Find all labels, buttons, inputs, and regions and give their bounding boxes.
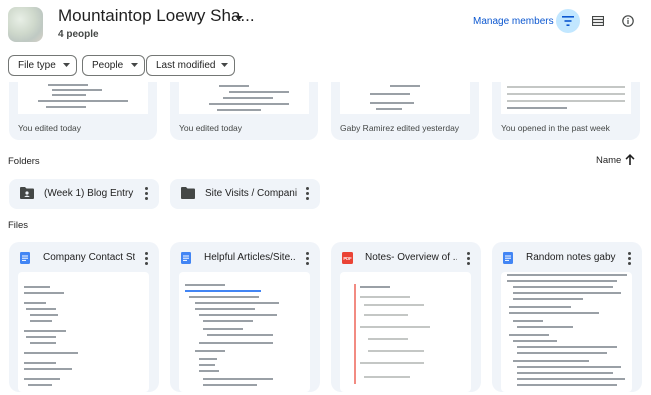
folder-item[interactable]: Site Visits / Compani... bbox=[170, 179, 320, 209]
chevron-down-icon bbox=[221, 63, 228, 67]
title-dropdown-icon[interactable] bbox=[234, 13, 244, 23]
people-filter[interactable]: People bbox=[82, 55, 145, 76]
file-card[interactable]: Company Contact St... bbox=[9, 242, 159, 392]
google-docs-icon bbox=[20, 252, 30, 264]
file-name: Random notes gaby bbox=[526, 252, 616, 263]
manage-members-link[interactable]: Manage members bbox=[473, 16, 554, 27]
file-name: Helpful Articles/Site... bbox=[204, 252, 296, 263]
document-thumbnail bbox=[18, 272, 149, 392]
svg-text:PDF: PDF bbox=[343, 256, 352, 261]
file-name: Company Contact St... bbox=[43, 252, 135, 263]
info-icon bbox=[622, 15, 634, 27]
pdf-icon: PDF bbox=[342, 252, 353, 264]
folders-heading: Folders bbox=[8, 156, 40, 167]
activity-caption: You edited today bbox=[179, 123, 243, 133]
document-thumbnail bbox=[501, 82, 631, 114]
more-options-icon[interactable] bbox=[306, 187, 310, 201]
filter-button[interactable] bbox=[556, 9, 580, 33]
more-options-icon[interactable] bbox=[628, 252, 632, 266]
folder-icon bbox=[181, 187, 195, 199]
more-options-icon[interactable] bbox=[306, 252, 310, 266]
activity-caption: Gaby Ramirez edited yesterday bbox=[340, 123, 460, 133]
file-name: Notes- Overview of ... bbox=[365, 252, 457, 263]
document-thumbnail bbox=[179, 82, 309, 114]
chip-label: People bbox=[92, 60, 124, 71]
page-header: Mountaintop Loewy Sha... 4 people Manage… bbox=[0, 0, 651, 50]
chip-label: File type bbox=[18, 60, 56, 71]
suggested-card[interactable]: You edited today bbox=[9, 82, 157, 140]
file-card[interactable]: PDF Notes- Overview of ... bbox=[331, 242, 481, 392]
list-view-icon bbox=[592, 16, 604, 26]
more-options-icon[interactable] bbox=[145, 187, 149, 201]
sort-by-name-button[interactable]: Name bbox=[596, 155, 621, 166]
chevron-down-icon bbox=[63, 63, 70, 67]
files-heading: Files bbox=[8, 220, 29, 231]
suggested-card[interactable]: You opened in the past week bbox=[492, 82, 640, 140]
shared-drive-title[interactable]: Mountaintop Loewy Sha... bbox=[58, 6, 255, 26]
chevron-down-icon bbox=[131, 63, 138, 67]
list-view-button[interactable] bbox=[586, 9, 610, 33]
activity-caption: You edited today bbox=[18, 123, 82, 133]
activity-caption: You opened in the past week bbox=[501, 123, 610, 133]
folder-item[interactable]: (Week 1) Blog Entry ... bbox=[9, 179, 159, 209]
arrow-up-icon[interactable] bbox=[625, 154, 635, 165]
document-thumbnail bbox=[179, 272, 310, 392]
member-count[interactable]: 4 people bbox=[58, 29, 99, 40]
chip-label: Last modified bbox=[156, 60, 216, 71]
document-thumbnail bbox=[340, 272, 471, 392]
suggested-files: You edited today You edited today Gaby R… bbox=[0, 82, 651, 140]
document-thumbnail bbox=[340, 82, 470, 114]
more-options-icon[interactable] bbox=[145, 252, 149, 266]
file-type-filter[interactable]: File type bbox=[8, 55, 77, 76]
more-options-icon[interactable] bbox=[467, 252, 471, 266]
folder-name: (Week 1) Blog Entry ... bbox=[44, 188, 136, 199]
suggested-card[interactable]: Gaby Ramirez edited yesterday bbox=[331, 82, 479, 140]
google-docs-icon bbox=[503, 252, 513, 264]
shared-drive-avatar bbox=[8, 7, 43, 42]
suggested-card[interactable]: You edited today bbox=[170, 82, 318, 140]
document-thumbnail bbox=[18, 82, 148, 114]
google-docs-icon bbox=[181, 252, 191, 264]
file-card[interactable]: Random notes gaby bbox=[492, 242, 642, 392]
shared-folder-icon bbox=[20, 187, 34, 199]
folder-name: Site Visits / Compani... bbox=[205, 188, 297, 199]
filter-icon bbox=[562, 16, 574, 26]
details-button[interactable] bbox=[616, 9, 640, 33]
file-card[interactable]: Helpful Articles/Site... bbox=[170, 242, 320, 392]
last-modified-filter[interactable]: Last modified bbox=[146, 55, 235, 76]
document-thumbnail bbox=[501, 272, 632, 392]
